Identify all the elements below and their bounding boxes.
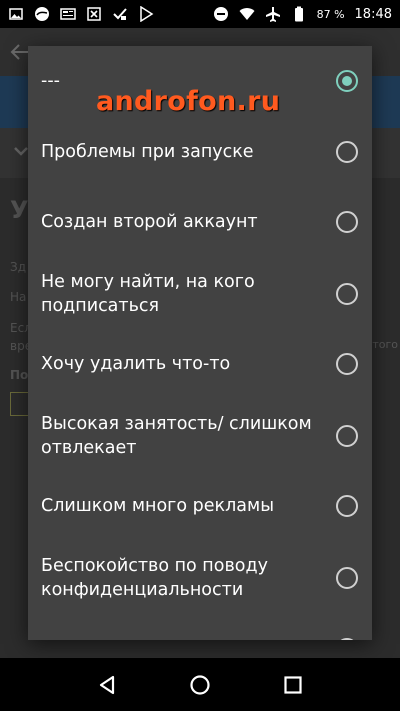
navigation-bar: [0, 658, 400, 711]
radio-checked-icon[interactable]: [336, 70, 358, 92]
option-delete-something[interactable]: Хочу удалить что-то: [28, 340, 372, 388]
radio-unchecked-icon[interactable]: [336, 353, 358, 375]
radio-unchecked-icon[interactable]: [336, 638, 358, 640]
option-privacy-concerns[interactable]: Беспокойство по поводу конфиденциальност…: [28, 550, 372, 606]
radio-unchecked-icon[interactable]: [336, 283, 358, 305]
news-icon: [60, 6, 76, 22]
back-nav-icon[interactable]: [93, 671, 121, 699]
option-too-many-ads[interactable]: Слишком много рекламы: [28, 482, 372, 530]
globe-icon: [34, 6, 50, 22]
play-store-icon: [138, 6, 154, 22]
excel-icon: [86, 6, 102, 22]
option-label: Создан второй аккаунт: [41, 212, 258, 232]
status-bar: 87 % 18:48: [0, 0, 400, 28]
option-second-account[interactable]: Создан второй аккаунт: [28, 198, 372, 246]
option-startup-problems[interactable]: Проблемы при запуске: [28, 128, 372, 176]
radio-unchecked-icon[interactable]: [336, 425, 358, 447]
image-icon: [8, 6, 24, 22]
option-label: Не могу найти, на кого подписаться: [41, 272, 255, 316]
battery-percent: 87 %: [316, 7, 345, 21]
option-partial[interactable]: [28, 634, 372, 640]
clock: 18:48: [354, 6, 392, 22]
radio-unchecked-icon[interactable]: [336, 495, 358, 517]
option-label: Проблемы при запуске: [41, 142, 254, 162]
airplane-icon: [265, 6, 281, 22]
option-label: Хочу удалить что-то: [41, 354, 231, 374]
system-icons: 87 % 18:48: [213, 6, 392, 22]
recents-nav-icon[interactable]: [279, 671, 307, 699]
option-label: Высокая занятость/ слишком отвлекает: [41, 414, 312, 458]
field-label: По: [10, 368, 29, 382]
body-text: Зд: [10, 260, 26, 274]
radio-unchecked-icon[interactable]: [336, 567, 358, 589]
option-label: Беспокойство по поводу конфиденциальност…: [41, 556, 268, 600]
tasks-icon: [112, 6, 128, 22]
radio-unchecked-icon[interactable]: [336, 211, 358, 233]
home-nav-icon[interactable]: [186, 671, 214, 699]
radio-unchecked-icon[interactable]: [336, 141, 358, 163]
watermark: androfon.ru: [96, 86, 281, 117]
reason-picker-dialog: --- Проблемы при запуске Создан второй а…: [28, 46, 372, 640]
option-too-distracting[interactable]: Высокая занятость/ слишком отвлекает: [28, 408, 372, 464]
dnd-icon: [213, 6, 229, 22]
option-label: Слишком много рекламы: [41, 496, 275, 516]
wifi-icon: [239, 6, 255, 22]
option-cant-find-follow[interactable]: Не могу найти, на кого подписаться: [28, 266, 372, 322]
battery-icon: [291, 6, 307, 22]
notification-icons: [8, 6, 154, 22]
body-text: На: [10, 290, 27, 304]
